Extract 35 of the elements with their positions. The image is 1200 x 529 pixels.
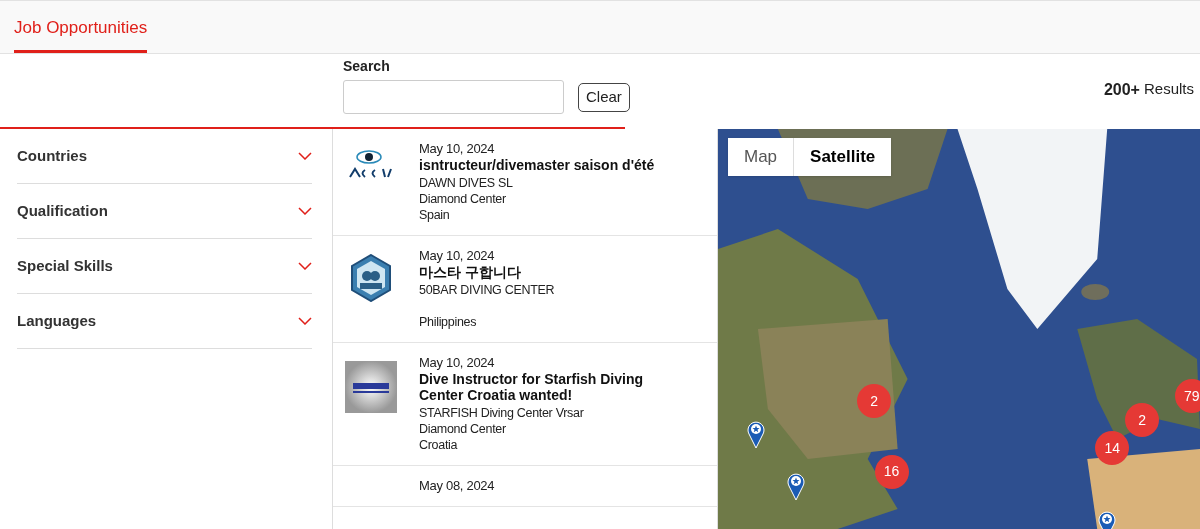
clear-button[interactable]: Clear	[578, 82, 630, 112]
job-date: May 10, 2024	[419, 355, 496, 371]
results-count: 200+	[1103, 79, 1140, 100]
job-detail: 50BAR DIVING CENTER	[419, 282, 556, 298]
job-detail: Philippines	[419, 314, 478, 330]
job-detail: DAWN DIVES SL	[419, 175, 514, 191]
job-date: May 08, 2024	[419, 478, 496, 494]
job-title-link[interactable]: Dive Instructor for Starfish Diving Center Croatia wanted!	[419, 371, 679, 403]
results-label: Results	[1143, 79, 1194, 100]
job-detail: STARFISH Diving Center Vrsar	[419, 405, 585, 421]
job-title-link[interactable]: 마스타 구합니다	[419, 264, 679, 280]
search-field[interactable]	[343, 80, 564, 114]
job-date: May 10, 2024	[419, 248, 496, 264]
filter-dropdown[interactable]: Languages	[17, 294, 312, 349]
chevron-icon	[298, 207, 312, 215]
map-pin-icon[interactable]	[1097, 509, 1116, 529]
map-pin-icon[interactable]	[747, 419, 766, 449]
logo-square-icon	[345, 361, 397, 413]
job-detail: Diamond Center	[419, 191, 507, 207]
chevron-icon	[298, 262, 312, 270]
filter-dropdown[interactable]: Special Skills	[17, 239, 312, 294]
map-pin-icon[interactable]	[787, 471, 806, 501]
chevron-icon	[298, 152, 312, 160]
hexagon-badge-icon	[350, 254, 392, 302]
job-detail: Croatia	[419, 437, 459, 453]
job-title-link[interactable]: isntructeur/divemaster saison d'été	[419, 157, 679, 173]
filter-dropdown[interactable]: Countries	[17, 129, 312, 184]
tab[interactable]: Job Opportunities	[14, 14, 148, 53]
job-detail: Spain	[419, 207, 451, 223]
job-detail: Diamond Center	[419, 421, 507, 437]
job-date: May 10, 2024	[419, 141, 496, 157]
map-type-button[interactable]: Map	[728, 138, 794, 176]
chevron-icon	[298, 317, 312, 325]
search-label: Search	[343, 57, 391, 76]
filter-dropdown[interactable]: Qualification	[17, 184, 312, 239]
